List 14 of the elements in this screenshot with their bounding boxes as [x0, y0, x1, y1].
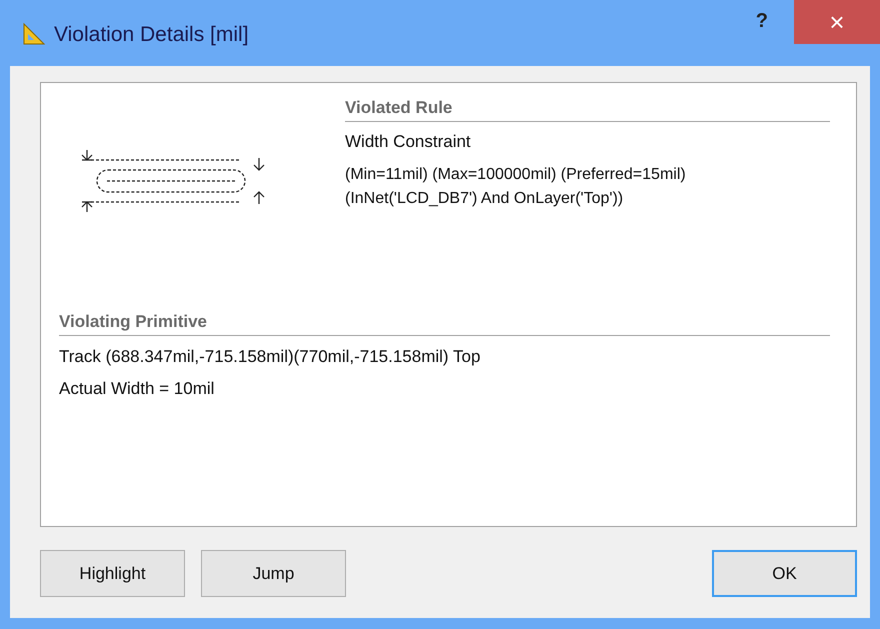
dialog-button[interactable]: Highlight [40, 550, 185, 597]
primitive-detail: Actual Width = 10mil [59, 378, 216, 400]
primitive-detail: Track (688.347mil,-715.158mil)(770mil,-715.158mil) Top [59, 346, 482, 368]
dialog-button[interactable]: Jump [201, 550, 346, 597]
rule-name: Width Constraint [345, 132, 472, 152]
window-title: Violation Details [mil] [54, 23, 249, 47]
rule-detail: (InNet('LCD_DB7') And OnLayer('Top')) [345, 189, 624, 209]
rule-detail: (Min=11mil) (Max=100000mil) (Preferred=15mil) [345, 165, 687, 185]
section-heading: Violating Primitive [59, 312, 208, 332]
help-button[interactable]: ? [756, 10, 768, 33]
ruler-triangle-icon [22, 22, 46, 46]
section-heading: Violated Rule [345, 98, 454, 118]
close-button[interactable]: × [794, 0, 880, 44]
dialog-button[interactable]: OK [712, 550, 857, 597]
